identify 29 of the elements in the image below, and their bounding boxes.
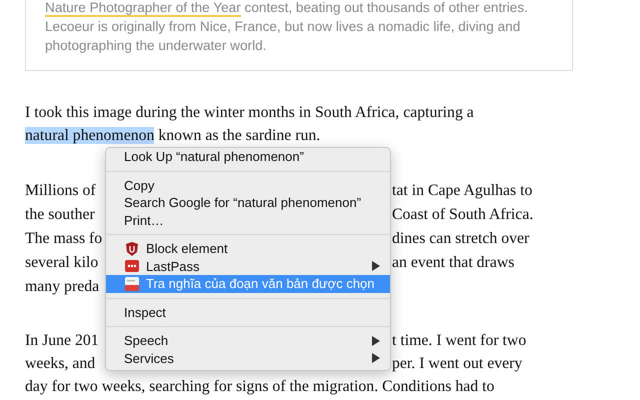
paragraph-text: day for two weeks, searching for signs of the migration. Conditions had to (25, 378, 494, 395)
menu-item[interactable]: Services (106, 350, 390, 367)
shield-icon (124, 240, 140, 257)
menu-item[interactable]: Look Up “natural phenomenon” (106, 148, 390, 166)
dictionary-icon (124, 276, 140, 292)
paragraph-text: tat in Cape Agulhas to (392, 181, 532, 201)
paragraph-text: The mass fo (25, 229, 102, 249)
menu-item[interactable]: Search Google for “natural phenomenon” (106, 194, 390, 212)
paragraph-text: dines can stretch over (392, 229, 530, 249)
caption-text: Nature Photographer of the Year contest, beating out thousands of other entries. Lecoeur is originally from Nice, France, but now lives a nomadic life, diving and photographing the underwater world. (45, 0, 529, 55)
paragraph-text: per. I went out every (392, 354, 522, 374)
menu-item[interactable]: Print… (106, 212, 390, 229)
paragraph-text: I took this image during the winter months in South Africa, capturing a (25, 104, 474, 121)
dots-icon (124, 258, 140, 274)
menu-item[interactable]: Speech (106, 332, 390, 350)
paragraph-text: t time. I went for two (392, 331, 526, 351)
paragraph-text: Coast of South Africa. (392, 205, 534, 225)
menu-item[interactable]: LastPass (106, 258, 390, 275)
paragraph-text: several kilo (25, 253, 98, 273)
paragraph-text: natural phenomenon known as the sardine run. (25, 127, 320, 144)
paragraph-text: weeks, and (25, 354, 96, 374)
paragraph-text: Millions of (25, 181, 96, 201)
menu-item[interactable]: Block element (106, 240, 390, 258)
menu-item[interactable]: Inspect (106, 304, 390, 321)
paragraph-text: an event that draws (392, 253, 514, 273)
paragraph-text: the souther (25, 205, 95, 225)
menu-item[interactable]: Copy (106, 176, 390, 194)
paragraph-text: many preda (25, 277, 100, 297)
paragraph-text: In June 201 (25, 331, 99, 351)
